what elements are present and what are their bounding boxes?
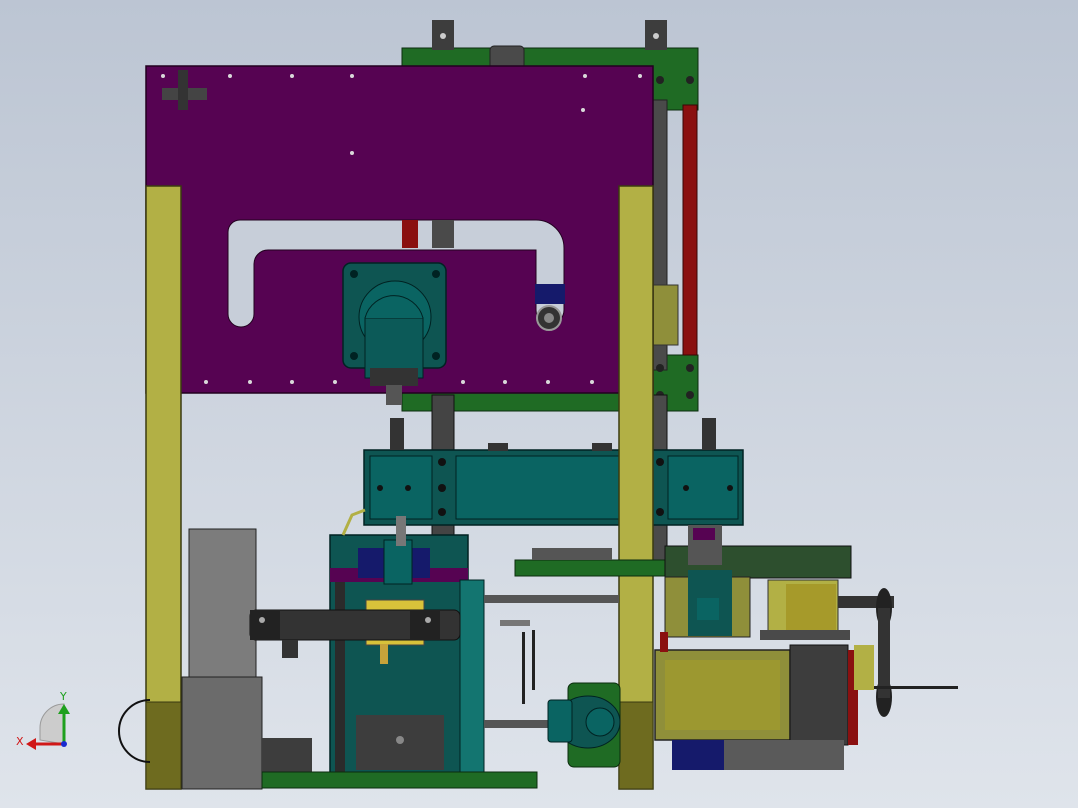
triad-y-label: Y bbox=[59, 690, 67, 703]
cad-model-view: Y X bbox=[0, 0, 1078, 808]
cad-viewport[interactable]: Y X bbox=[0, 0, 1078, 808]
gray-rod bbox=[432, 220, 454, 248]
base-rail bbox=[261, 771, 538, 789]
red-rod-left bbox=[402, 220, 418, 248]
lower-center-assembly bbox=[329, 508, 485, 776]
triad-x-label: X bbox=[16, 735, 24, 748]
slot-slider-block bbox=[535, 284, 565, 304]
left-olive-column bbox=[145, 185, 182, 790]
right-olive-column bbox=[618, 185, 654, 790]
